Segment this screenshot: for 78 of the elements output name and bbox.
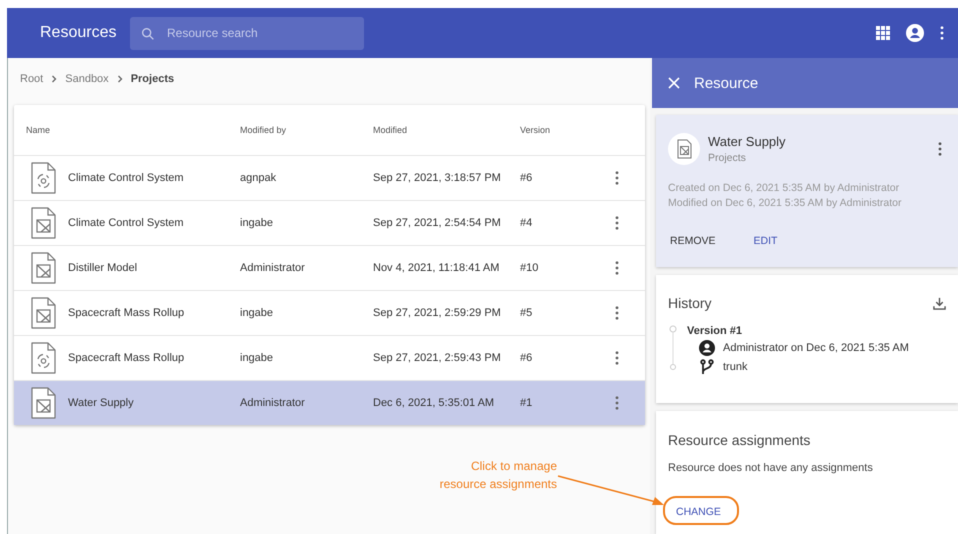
column-header[interactable]: Version (520, 125, 615, 135)
column-header[interactable]: Modified by (240, 125, 373, 135)
more-icon[interactable] (938, 142, 942, 156)
more-icon[interactable] (940, 26, 944, 40)
modified-cell-text: Nov 4, 2021, 11:18:41 AM (373, 262, 500, 274)
download-icon[interactable] (933, 296, 946, 310)
resource-title: Water Supply (708, 134, 787, 149)
table-row[interactable]: Climate Control System ingabe Sep 27, 2021, 2:54:54 PM #4 (14, 201, 645, 246)
annotation-text: Click to manage resource assignments (440, 458, 557, 493)
app-title: Resources (40, 24, 114, 42)
breadcrumb-link[interactable]: Root (20, 73, 44, 85)
image-file-icon (30, 252, 56, 284)
breadcrumb-link[interactable]: Sandbox (65, 73, 109, 85)
more-icon[interactable] (615, 216, 619, 230)
version-cell-text: #6 (520, 172, 534, 184)
more-icon[interactable] (615, 351, 619, 365)
version-cell-text: #6 (520, 352, 534, 364)
modified-info: Modified on Dec 6, 2021 5:35 AM by Administrator (668, 196, 902, 211)
apps-grid-icon[interactable] (876, 26, 890, 40)
image-file-icon (668, 133, 700, 165)
more-icon[interactable] (615, 261, 619, 275)
search-field[interactable]: Resource search (130, 16, 364, 50)
modified-by-cell-text: Administrator (240, 397, 306, 409)
modified-by-cell-text: ingabe (240, 307, 274, 319)
modified-cell-text: Sep 27, 2021, 3:18:57 PM (373, 172, 502, 184)
resource-folder: Projects (708, 152, 747, 164)
version-cell-text: #4 (520, 217, 534, 229)
resource-name: Distiller Model (68, 262, 138, 274)
modified-cell-text: Sep 27, 2021, 2:59:43 PM (373, 352, 502, 364)
history-title: History (668, 295, 712, 311)
account-icon (699, 340, 715, 356)
modified-by-cell-text: ingabe (240, 352, 274, 364)
assignments-title: Resource assignments (668, 432, 812, 448)
resource-name: Water Supply (68, 397, 134, 409)
close-icon[interactable] (668, 77, 680, 89)
modified-cell-text: Sep 27, 2021, 2:59:29 PM (373, 307, 502, 319)
account-icon[interactable] (906, 24, 924, 42)
column-header[interactable]: Name (26, 125, 240, 135)
resource-name: Climate Control System (68, 217, 184, 229)
version-author: Administrator on Dec 6, 2021 5:35 AM (723, 342, 909, 354)
modified-cell-text: Sep 27, 2021, 2:54:54 PM (373, 217, 502, 229)
image-file-icon (30, 387, 56, 419)
more-icon[interactable] (615, 306, 619, 320)
version-cell-text: #10 (520, 262, 540, 274)
image-file-icon (30, 207, 56, 239)
modified-cell-text: Dec 6, 2021, 5:35:01 AM (373, 397, 496, 409)
created-info: Created on Dec 6, 2021 5:35 AM by Administrator (668, 181, 900, 196)
change-button[interactable]: CHANGE (668, 502, 729, 522)
simulation-file-icon (30, 162, 56, 194)
table-row[interactable]: Water Supply Administrator Dec 6, 2021, 5:35:01 AM #1 (14, 381, 645, 425)
panel-title: Resource (694, 74, 758, 92)
column-header[interactable]: Modified (373, 125, 520, 135)
version-cell-text: #5 (520, 307, 534, 319)
timeline-drawing (669, 325, 677, 371)
resource-name: Climate Control System (68, 172, 184, 184)
version-cell-text: #1 (520, 397, 534, 409)
assignments-message: Resource does not have any assignments (668, 462, 874, 474)
modified-by-cell-text: Administrator (240, 262, 306, 274)
branch-icon (699, 359, 715, 375)
chevron-icon (50, 75, 58, 83)
table-row[interactable]: Distiller Model Administrator Nov 4, 2021, 11:18:41 AM #10 (14, 246, 645, 291)
version-label: Version #1 (687, 325, 744, 337)
resource-name: Spacecraft Mass Rollup (68, 307, 184, 319)
chevron-icon (116, 75, 124, 83)
remove-button[interactable]: REMOVE (664, 229, 722, 253)
more-icon[interactable] (615, 171, 619, 185)
image-file-icon (30, 297, 56, 329)
edit-button[interactable]: EDIT (734, 229, 784, 253)
breadcrumb-link[interactable]: Projects (130, 73, 174, 85)
modified-by-cell-text: ingabe (240, 217, 274, 229)
table-row[interactable]: Spacecraft Mass Rollup ingabe Sep 27, 2021, 2:59:29 PM #5 (14, 291, 645, 336)
more-icon[interactable] (615, 396, 619, 410)
branch-name: trunk (723, 361, 748, 373)
simulation-file-icon (30, 342, 56, 374)
search-icon (140, 26, 156, 42)
modified-by-cell-text: agnpak (240, 172, 278, 184)
table-row[interactable]: Climate Control System agnpak Sep 27, 2021, 3:18:57 PM #6 (14, 156, 645, 201)
resource-name: Spacecraft Mass Rollup (68, 352, 184, 364)
